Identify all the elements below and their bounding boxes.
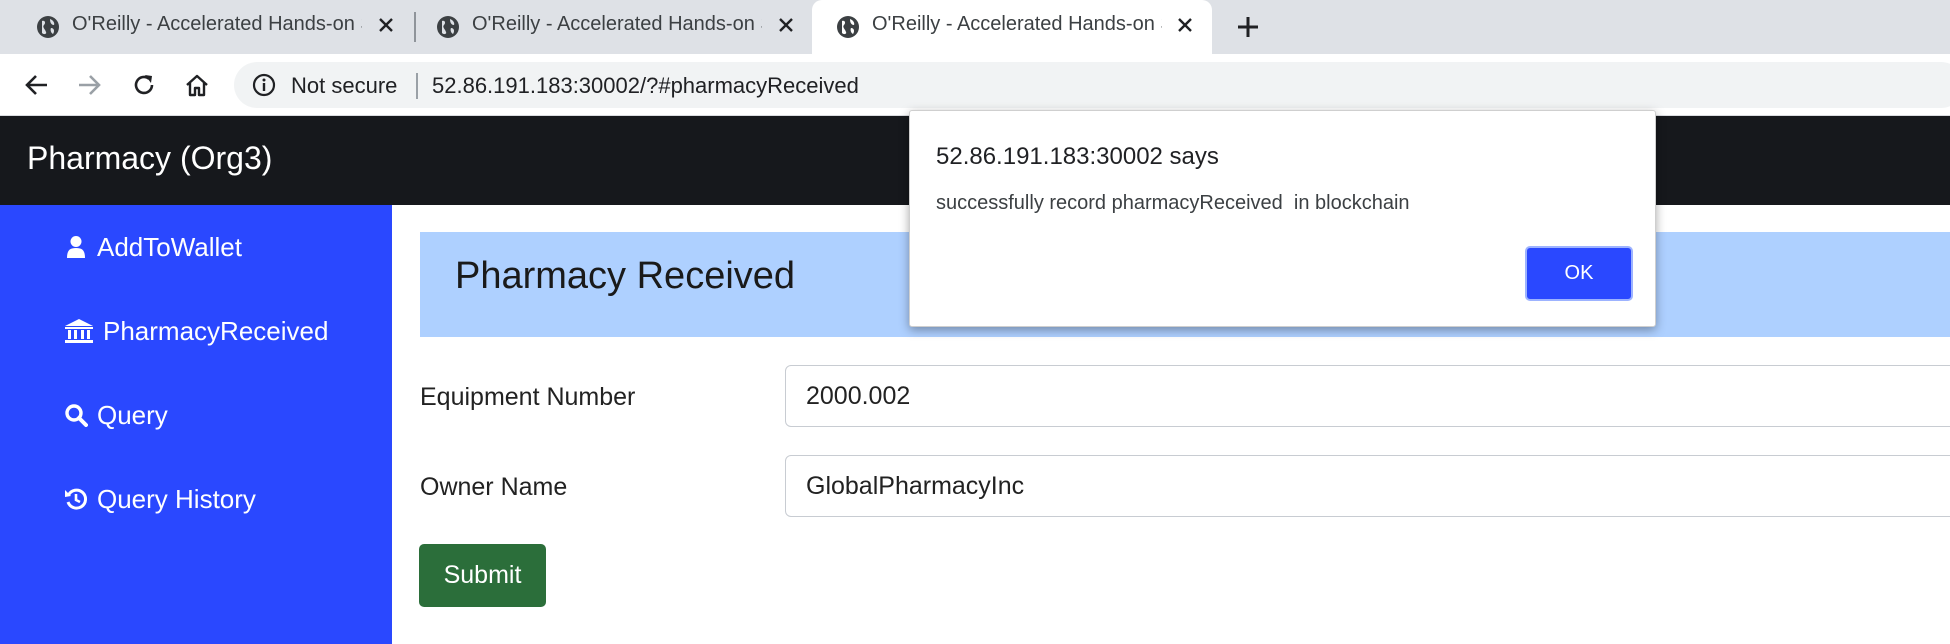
owner-name-input[interactable]	[785, 455, 1950, 517]
globe-icon	[437, 16, 459, 38]
sidebar-item-label: PharmacyReceived	[103, 315, 329, 346]
alert-message-text: successfully record pharmacyReceived in …	[936, 192, 1410, 214]
url-text[interactable]: 52.86.191.183:30002/?#pharmacyReceived	[432, 73, 859, 99]
home-button[interactable]	[180, 68, 214, 102]
sidebar-item-label: AddToWallet	[97, 231, 242, 262]
alert-origin-text: 52.86.191.183:30002 says	[936, 143, 1219, 170]
forward-button[interactable]	[72, 68, 106, 102]
browser-tab-strip: O'Reilly - Accelerated Hands-on S O'Reil…	[0, 0, 1950, 54]
sidebar-item-query[interactable]: Query	[64, 395, 168, 435]
search-icon	[64, 403, 88, 427]
user-icon	[64, 235, 88, 259]
sidebar-item-query-history[interactable]: Query History	[64, 479, 256, 519]
alert-dialog: 52.86.191.183:30002 says successfully re…	[909, 110, 1656, 327]
sidebar-item-pharmacyreceived[interactable]: PharmacyReceived	[64, 311, 328, 351]
browser-tab[interactable]: O'Reilly - Accelerated Hands-on S	[0, 0, 410, 54]
reload-icon	[134, 75, 154, 95]
browser-toolbar: Not secure 52.86.191.183:30002/?#pharmac…	[0, 54, 1950, 116]
sidebar-item-label: Query	[97, 399, 168, 430]
equipment-number-label: Equipment Number	[420, 383, 636, 411]
browser-tab[interactable]: O'Reilly - Accelerated Hands-on S	[400, 0, 810, 54]
address-bar-divider	[416, 73, 418, 99]
submit-button[interactable]: Submit	[419, 544, 546, 607]
tab-title: O'Reilly - Accelerated Hands-on S	[872, 13, 1162, 35]
sidebar-item-label: Query History	[97, 483, 256, 514]
history-icon	[64, 487, 88, 511]
plus-icon	[1238, 17, 1258, 37]
address-bar[interactable]: Not secure 52.86.191.183:30002/?#pharmac…	[234, 62, 1950, 108]
page-title: Pharmacy Received	[455, 255, 796, 297]
ok-button[interactable]: OK	[1525, 246, 1633, 301]
globe-icon	[37, 16, 59, 38]
bank-icon	[64, 319, 94, 343]
app-title[interactable]: Pharmacy (Org3)	[27, 140, 272, 177]
globe-icon	[837, 16, 859, 38]
sidebar: AddToWallet PharmacyReceived Query Query…	[0, 205, 392, 644]
arrow-left-icon	[25, 75, 47, 95]
equipment-number-input[interactable]	[785, 365, 1950, 427]
arrow-right-icon	[79, 75, 101, 95]
browser-tab-active[interactable]: O'Reilly - Accelerated Hands-on S	[812, 0, 1212, 54]
close-tab-icon[interactable]	[1174, 14, 1196, 36]
close-tab-icon[interactable]	[775, 14, 797, 36]
new-tab-button[interactable]	[1233, 12, 1263, 42]
info-icon[interactable]	[252, 73, 276, 97]
owner-name-label: Owner Name	[420, 473, 568, 501]
home-icon	[186, 74, 208, 97]
close-tab-icon[interactable]	[375, 14, 397, 36]
back-button[interactable]	[20, 68, 54, 102]
reload-button[interactable]	[127, 68, 161, 102]
sidebar-item-addtowallet[interactable]: AddToWallet	[64, 227, 242, 267]
tab-title: O'Reilly - Accelerated Hands-on S	[472, 13, 762, 35]
tab-title: O'Reilly - Accelerated Hands-on S	[72, 13, 362, 35]
security-status-label[interactable]: Not secure	[291, 73, 397, 99]
